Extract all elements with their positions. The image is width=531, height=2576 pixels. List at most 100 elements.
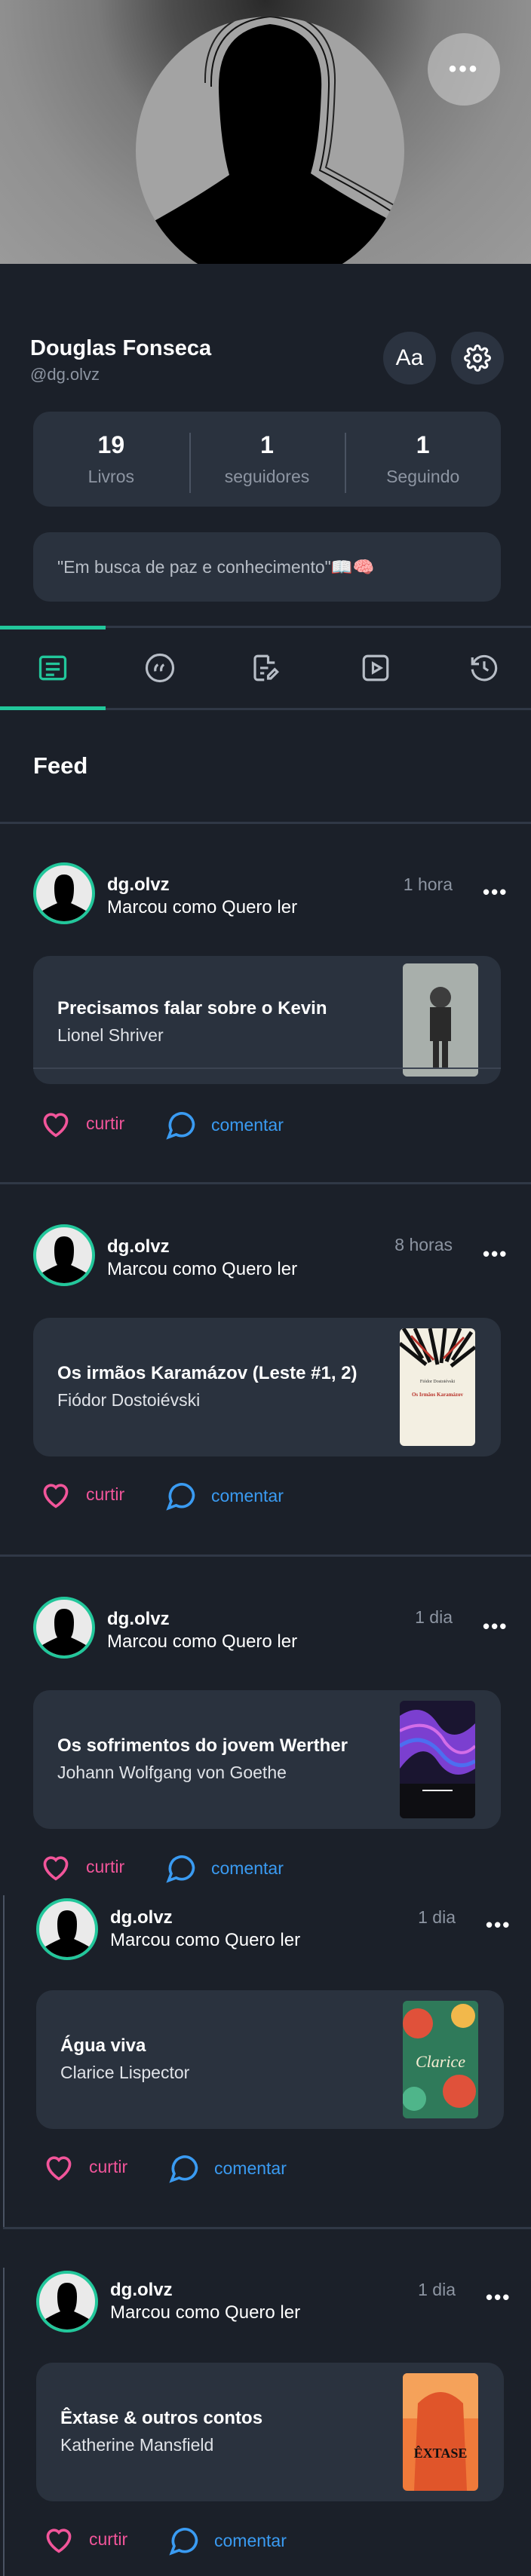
post-username[interactable]: dg.olvz [107, 1609, 170, 1630]
profile-avatar [136, 17, 404, 264]
history-icon [471, 654, 498, 682]
stat-label: seguidores [224, 467, 310, 486]
post-action: Marcou como Quero ler [107, 1631, 298, 1652]
divider [3, 2227, 531, 2229]
post-more-button[interactable]: ••• [486, 2286, 511, 2309]
post-time: 1 dia [418, 1907, 456, 1927]
comment-icon [166, 1855, 195, 1883]
comment-label: comentar [214, 2158, 287, 2178]
book-card[interactable]: Precisamos falar sobre o Kevin Lionel Sh… [33, 956, 501, 1084]
post-action: Marcou como Quero ler [107, 1259, 298, 1279]
post-time: 1 dia [415, 1607, 453, 1627]
comment-label: comentar [211, 1858, 284, 1878]
like-label: curtir [89, 2529, 128, 2549]
like-button[interactable]: curtir [39, 1108, 124, 1138]
tab-reviews[interactable] [213, 628, 318, 708]
gear-icon [464, 345, 491, 372]
book-cover: ÊXTASE [403, 2373, 478, 2491]
tab-feed[interactable] [0, 626, 106, 710]
like-label: curtir [86, 1856, 125, 1876]
comment-icon [166, 1112, 195, 1140]
comment-button[interactable]: comentar [164, 1108, 284, 1141]
comment-icon [166, 1483, 195, 1511]
post-time: 1 hora [403, 874, 453, 894]
heart-icon [43, 1856, 69, 1881]
heart-icon [43, 1113, 69, 1138]
like-button[interactable]: curtir [42, 2152, 127, 2182]
like-button[interactable]: curtir [39, 1479, 124, 1509]
stat-value: 1 [260, 431, 274, 458]
feed-title: Feed [33, 752, 88, 779]
more-menu-button[interactable]: ••• [428, 33, 500, 106]
cover-author-text: Fiódor Dostoiévski [420, 1380, 456, 1384]
profile-name: Douglas Fonseca [30, 336, 212, 360]
like-button[interactable]: curtir [39, 1852, 124, 1882]
tab-quotes[interactable] [107, 628, 213, 708]
post-username[interactable]: dg.olvz [107, 1236, 170, 1257]
post-avatar[interactable] [33, 862, 95, 924]
post-more-button[interactable]: ••• [483, 881, 508, 904]
comment-button[interactable]: comentar [167, 2524, 287, 2557]
stat-value: 1 [416, 431, 430, 458]
book-card[interactable]: Os sofrimentos do jovem Werther Johann W… [33, 1690, 501, 1829]
user-avatar-icon [38, 1236, 91, 1283]
book-author: Lionel Shriver [57, 1025, 164, 1045]
post-action: Marcou como Quero ler [110, 2302, 301, 2323]
post-more-button[interactable]: ••• [483, 1242, 508, 1266]
font-size-button[interactable]: Aa [383, 332, 436, 384]
book-card[interactable]: Os irmãos Karamázov (Leste #1, 2) Fiódor… [33, 1318, 501, 1456]
feed-post: dg.olvz Marcou como Quero ler 1 dia ••• … [3, 1895, 531, 2227]
book-title: Água viva [60, 2035, 146, 2056]
post-time: 1 dia [418, 2280, 456, 2299]
post-more-button[interactable]: ••• [483, 1615, 508, 1638]
comment-label: comentar [211, 1114, 284, 1135]
comment-icon [169, 2528, 198, 2556]
post-more-button[interactable]: ••• [486, 1913, 511, 1937]
quote-icon [145, 653, 175, 683]
book-cover [400, 1701, 475, 1818]
comment-button[interactable]: comentar [167, 2152, 287, 2185]
post-avatar[interactable] [33, 1597, 95, 1659]
book-card[interactable]: Êxtase & outros contos Katherine Mansfie… [36, 2363, 504, 2501]
heart-icon [43, 1484, 69, 1509]
tab-videos[interactable] [323, 628, 428, 708]
comment-label: comentar [214, 2530, 287, 2550]
profile-section: Douglas Fonseca @dg.olvz Aa 19 Livros 1 … [0, 264, 531, 626]
user-avatar-icon [41, 1910, 94, 1957]
post-avatar[interactable] [36, 2271, 98, 2332]
user-avatar-icon [41, 2283, 94, 2329]
cover-title-text: Os Irmãos Karamázov [412, 1392, 464, 1398]
more-horizontal-icon: ••• [483, 1615, 508, 1637]
stat-followers[interactable]: 1 seguidores [189, 431, 345, 493]
comment-button[interactable]: comentar [164, 1852, 284, 1885]
cover-title-text: ÊXTASE [414, 2445, 468, 2461]
post-avatar[interactable] [33, 1224, 95, 1286]
review-icon [253, 654, 279, 682]
divider [0, 1182, 531, 1184]
post-username[interactable]: dg.olvz [110, 1907, 173, 1928]
stat-books[interactable]: 19 Livros [33, 431, 189, 487]
more-horizontal-icon: ••• [486, 1913, 511, 1936]
profile-tabs [0, 626, 531, 710]
profile-handle: @dg.olvz [30, 365, 100, 384]
book-card[interactable]: Água viva Clarice Lispector Clarice [36, 1990, 504, 2129]
divider [0, 822, 531, 824]
post-action: Marcou como Quero ler [110, 1930, 301, 1950]
profile-cover: ••• [0, 0, 531, 264]
tab-history[interactable] [431, 628, 531, 708]
book-author: Katherine Mansfield [60, 2435, 214, 2455]
like-button[interactable]: curtir [42, 2524, 127, 2554]
book-title: Os sofrimentos do jovem Werther [57, 1735, 348, 1756]
stat-following[interactable]: 1 Seguindo [345, 431, 501, 493]
post-avatar[interactable] [36, 1898, 98, 1960]
comment-button[interactable]: comentar [164, 1479, 284, 1512]
stat-label: Seguindo [386, 467, 460, 486]
like-label: curtir [86, 1484, 125, 1504]
post-username[interactable]: dg.olvz [107, 874, 170, 896]
settings-button[interactable] [451, 332, 504, 384]
more-horizontal-icon: ••• [486, 2286, 511, 2308]
heart-icon [46, 2156, 72, 2181]
post-action: Marcou como Quero ler [107, 897, 298, 917]
post-username[interactable]: dg.olvz [110, 2280, 173, 2301]
profile-bio: "Em busca de paz e conhecimento"📖🧠 [33, 532, 501, 602]
